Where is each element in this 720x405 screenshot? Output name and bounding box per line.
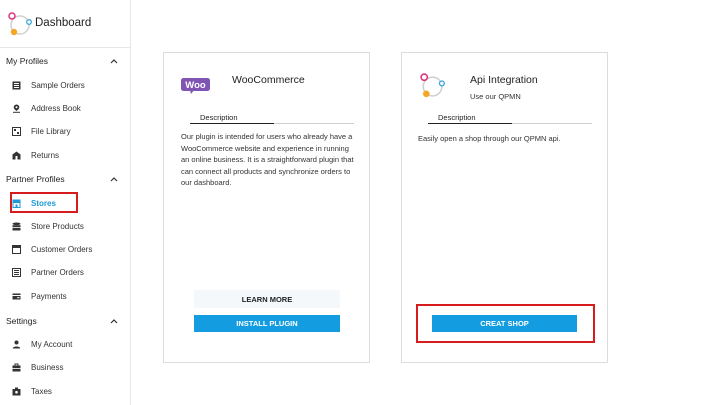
tab-description[interactable]: Description [438,113,476,122]
woo-logo-icon: Woo [181,78,210,94]
tab-divider [274,123,354,124]
card-title: WooCommerce [232,74,305,86]
chevron-up-icon [110,319,118,324]
tab-active-underline [190,123,274,124]
sidebar-item-my-account[interactable]: My Account [12,335,127,353]
tab-description[interactable]: Description [200,113,238,122]
sidebar-item-label: Taxes [31,386,52,396]
sidebar-item-label: Payments [31,291,67,301]
brand-title: Dashboard [35,17,92,29]
user-icon [12,340,21,348]
sidebar-item-customer-orders[interactable]: Customer Orders [12,240,127,258]
sidebar-item-label: Returns [31,150,60,160]
card-description: Our plugin is intended for users who alr… [181,132,354,187]
sidebar-item-label: Store Products [31,221,84,231]
briefcase-icon [12,363,21,371]
section-partner-profiles[interactable]: Partner Profiles [0,169,131,189]
window-icon [12,244,21,254]
section-settings[interactable]: Settings [0,311,131,331]
creat-shop-highlight-box [416,304,595,343]
file-library-icon [12,126,21,136]
card-title: Api Integration [470,74,538,86]
sidebar-item-sample-orders[interactable]: Sample Orders [12,76,127,94]
returns-icon [12,151,21,159]
sidebar-item-label: Business [31,362,64,372]
section-title: My Profiles [6,56,49,66]
sidebar-item-label: Sample Orders [31,80,85,90]
section-my-profiles[interactable]: My Profiles [0,51,131,71]
brand-header[interactable]: Dashboard [0,0,131,48]
grid-list-icon [12,267,21,277]
sidebar-item-taxes[interactable]: Taxes [12,382,127,400]
chevron-up-icon [110,177,118,182]
section-title: Partner Profiles [6,174,65,184]
tab-divider [512,123,592,124]
sidebar-item-file-library[interactable]: File Library [12,122,127,140]
sidebar-item-payments[interactable]: Payments [12,287,127,305]
payments-icon [12,293,21,299]
card-subtitle: Use our QPMN [470,92,521,101]
sidebar-item-label: Partner Orders [31,267,84,277]
sidebar-item-label: File Library [31,126,71,136]
stack-icon [12,222,21,230]
card-description: Easily open a shop through our QPMN api. [418,134,561,143]
taxes-icon [12,387,21,395]
install-plugin-button[interactable]: INSTALL PLUGIN [194,315,340,332]
list-icon [12,81,21,89]
sidebar-item-business[interactable]: Business [12,358,127,376]
sidebar-item-address-book[interactable]: Address Book [12,99,127,117]
tab-active-underline [428,123,512,124]
qpmn-logo-icon [8,12,32,36]
qpmn-logo-icon [420,73,445,98]
section-title: Settings [6,316,37,326]
sidebar-item-label: Address Book [31,103,81,113]
chevron-up-icon [110,59,118,64]
sidebar-item-label: My Account [31,339,73,349]
sidebar-item-partner-orders[interactable]: Partner Orders [12,263,127,281]
sidebar-item-store-products[interactable]: Store Products [12,217,127,235]
stores-highlight-box [10,192,78,213]
sidebar-item-returns[interactable]: Returns [12,146,127,164]
sidebar-item-label: Customer Orders [31,244,93,254]
learn-more-button[interactable]: LEARN MORE [194,290,340,308]
woo-logo-text: Woo [185,80,206,91]
location-pin-icon [13,104,20,113]
woocommerce-card: Woo WooCommerce Description Our plugin i… [163,52,370,363]
